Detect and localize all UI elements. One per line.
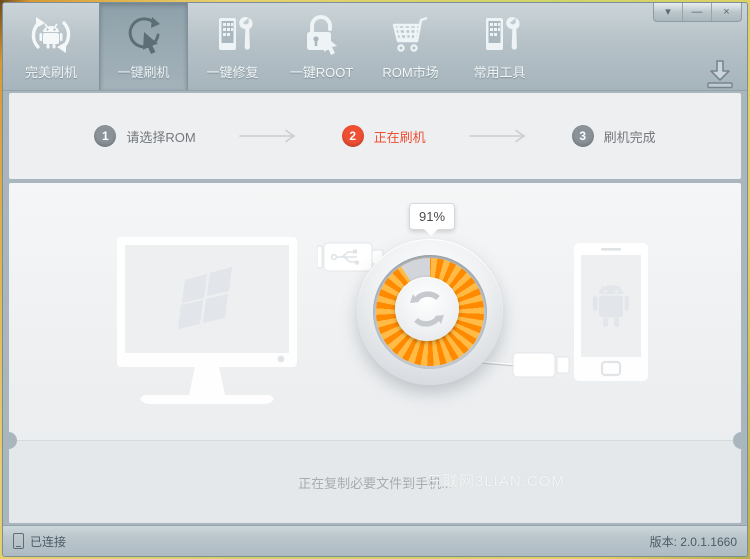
step-select-rom: 1 请选择ROM: [94, 125, 195, 147]
minimize-button[interactable]: —: [683, 3, 712, 21]
app-window: 完美刷机 一键刷机: [2, 2, 748, 557]
connection-label: 已连接: [30, 533, 66, 550]
progress-hub: [395, 277, 459, 341]
toolbar-item-one-key-repair[interactable]: 一键修复: [188, 3, 277, 90]
step-complete: 3 刷机完成: [572, 125, 656, 147]
step-label: 刷机完成: [604, 127, 656, 146]
progress-dial: [357, 239, 503, 385]
divider-notch-right: [733, 432, 748, 449]
toolbar-item-label: ROM市场: [382, 62, 438, 81]
toolbar-item-one-key-flash[interactable]: 一键刷机: [99, 3, 188, 90]
phone-connected-icon: [13, 533, 24, 549]
version-label: 版本: 2.0.1.1660: [650, 533, 737, 550]
connection-status: 已连接: [13, 533, 66, 550]
status-bar: 已连接 版本: 2.0.1.1660: [3, 525, 747, 556]
desktop-background: 完美刷机 一键刷机: [0, 0, 750, 559]
step-indicator: 1 请选择ROM 2 正在刷机 3 刷机完成: [9, 93, 741, 179]
android-logo-icon: [26, 12, 76, 58]
progress-percent: 91%: [419, 209, 445, 224]
computer-illustration: [115, 235, 299, 407]
watermark: 三联网3LIAN.COM: [427, 470, 565, 491]
flash-status-text: 正在复制必要文件到手机...: [9, 473, 741, 492]
rom-market-icon: [387, 12, 435, 58]
app-logo: 完美刷机: [3, 3, 99, 90]
toolbar-item-label: 常用工具: [473, 62, 525, 81]
one-key-root-icon: [299, 12, 345, 58]
progress-ring-socket: [373, 255, 487, 369]
step-label: 请选择ROM: [126, 127, 195, 146]
main-panel: 91% 正在复制必要文件到手机... 三联网3LIAN.COM: [9, 183, 741, 523]
step-arrow-icon: [468, 129, 530, 143]
step-arrow-icon: [238, 129, 300, 143]
toolbar-item-label: 一键ROOT: [290, 62, 354, 81]
toolbar-item-rom-market[interactable]: ROM市场: [366, 3, 455, 90]
close-button[interactable]: ×: [712, 3, 741, 21]
app-logo-label: 完美刷机: [25, 62, 77, 81]
refresh-icon: [405, 287, 449, 331]
toolbar-item-label: 一键刷机: [117, 62, 169, 81]
step-number-badge: 2: [342, 125, 364, 147]
step-number-badge: 1: [94, 125, 116, 147]
progress-tooltip: 91%: [409, 203, 455, 230]
common-tools-icon: [477, 12, 523, 58]
step-flashing: 2 正在刷机: [342, 125, 426, 147]
one-key-repair-icon: [210, 12, 256, 58]
window-controls: ▾ — ×: [653, 3, 742, 22]
toolbar: 完美刷机 一键刷机: [3, 3, 747, 91]
step-label: 正在刷机: [374, 127, 426, 146]
toolbar-item-label: 一键修复: [206, 62, 258, 81]
window-menu-button[interactable]: ▾: [654, 3, 683, 21]
toolbar-item-one-key-root[interactable]: 一键ROOT: [277, 3, 366, 90]
step-number-badge: 3: [572, 125, 594, 147]
one-key-flash-icon: [121, 12, 167, 58]
toolbar-item-common-tools[interactable]: 常用工具: [455, 3, 544, 90]
phone-illustration: [573, 242, 649, 382]
download-icon[interactable]: [703, 58, 737, 90]
